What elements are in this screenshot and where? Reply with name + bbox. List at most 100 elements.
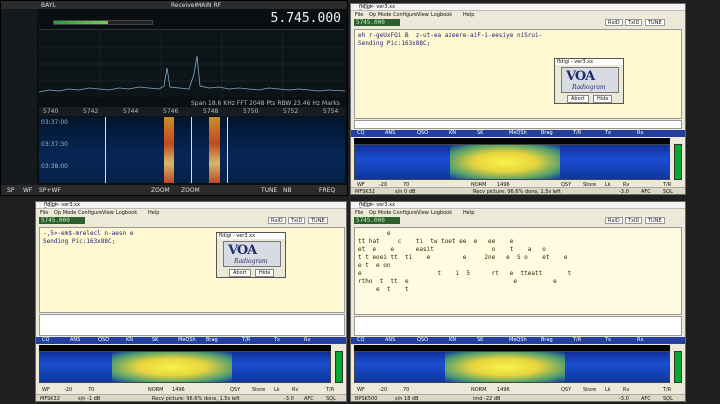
macro-button[interactable]: SK (152, 337, 158, 343)
wf-control[interactable]: Rv (292, 387, 298, 393)
macro-button[interactable]: Tx (605, 130, 611, 136)
wf-control[interactable]: Lk (274, 387, 280, 393)
sdr-button-freq[interactable]: FREQ (319, 187, 335, 194)
txid-button[interactable]: TxID (625, 217, 643, 224)
macro-button[interactable]: ANS (385, 337, 395, 343)
wf-control[interactable]: NORM (471, 387, 486, 393)
sql-toggle[interactable]: SQL (326, 396, 336, 401)
wf-control[interactable]: WF (42, 387, 50, 393)
frequency-display[interactable]: 5745.000 (39, 217, 85, 224)
wf-control[interactable]: QSY (230, 387, 240, 393)
tune-button[interactable]: TUNE (645, 19, 665, 26)
status-mode[interactable]: MFSK32 (40, 396, 60, 401)
frequency-display[interactable]: 5745.000 (354, 217, 400, 224)
sdr-button-wf[interactable]: WF (23, 187, 32, 194)
macro-button[interactable]: Tx (274, 337, 280, 343)
macro-button[interactable]: Brag (206, 337, 218, 343)
rxid-button[interactable]: RxID (605, 19, 623, 26)
macro-button[interactable]: KN (126, 337, 133, 343)
fldigi-waterfall[interactable] (354, 351, 670, 383)
macro-button[interactable]: MeQSh (509, 337, 527, 343)
wf-control[interactable]: Rv (623, 387, 629, 393)
macro-button[interactable]: MeQSh (509, 130, 527, 136)
wf-control[interactable]: WF (357, 387, 365, 393)
status-mode[interactable]: MFSK32 (355, 189, 375, 194)
sql-toggle[interactable]: SQL (663, 189, 673, 194)
wf-control[interactable]: T/R (326, 387, 334, 393)
sdr-header-label[interactable]: MAIN RF (196, 2, 221, 9)
wf-control[interactable]: -20 (64, 387, 72, 393)
transmit-text-area[interactable] (39, 314, 345, 336)
macro-button[interactable]: Brag (541, 337, 553, 343)
sdr-button-nb[interactable]: NB (283, 187, 292, 194)
afc-toggle[interactable]: AFC (641, 189, 651, 194)
macro-button[interactable]: Rx (637, 337, 643, 343)
wf-control[interactable]: Store (583, 387, 596, 393)
macro-button[interactable]: CQ (357, 337, 364, 343)
txid-button[interactable]: TxID (625, 19, 643, 26)
tune-button[interactable]: TUNE (308, 217, 328, 224)
hide-button[interactable]: Hide (593, 95, 613, 103)
macro-button[interactable]: Tx (605, 337, 611, 343)
macro-button[interactable]: QSO (417, 337, 428, 343)
sdr-header-label[interactable]: Receiver (171, 2, 197, 9)
txid-button[interactable]: TxID (288, 217, 306, 224)
macro-button[interactable]: CQ (42, 337, 49, 343)
abort-button[interactable]: Abort (229, 269, 251, 277)
fldigi-waterfall[interactable] (354, 144, 670, 180)
tune-button[interactable]: TUNE (645, 217, 665, 224)
macro-button[interactable]: T/R (573, 130, 581, 136)
macro-button[interactable]: Brag (541, 130, 553, 136)
wf-control[interactable]: 70 (88, 387, 94, 393)
window-controls-icon[interactable]: _ □ ✕ (359, 202, 682, 208)
receive-text-area[interactable]: -,5>-em$-mrelecl n-aesn e Sending Pic:16… (39, 227, 345, 313)
afc-toggle[interactable]: AFC (641, 396, 651, 401)
macro-button[interactable]: KN (449, 130, 456, 136)
transmit-text-area[interactable] (354, 316, 682, 336)
macro-button[interactable]: ANS (385, 130, 395, 136)
window-controls-icon[interactable]: _ □ ✕ (359, 4, 682, 10)
wf-control[interactable]: NORM (148, 387, 163, 393)
receive-text-area[interactable]: e tt hat c ti tw toet ee e ee e et e e e… (354, 227, 682, 315)
macro-button[interactable]: KN (449, 337, 456, 343)
sdr-spectrum-plot[interactable] (39, 29, 345, 98)
macro-button[interactable]: T/R (573, 337, 581, 343)
frequency-display[interactable]: 5745.000 (354, 19, 400, 26)
wf-control[interactable]: QSY (561, 387, 571, 393)
sdr-frequency-display[interactable]: 5.745.000 (271, 11, 341, 26)
macro-button[interactable]: QSO (417, 130, 428, 136)
macro-button[interactable]: Rx (637, 130, 643, 136)
macro-button[interactable]: Rx (304, 337, 310, 343)
macro-button[interactable]: ANS (70, 337, 80, 343)
macro-button[interactable]: SK (477, 130, 483, 136)
wf-control[interactable]: 1496 (172, 387, 185, 393)
receive-text-area[interactable]: eh r-geUxFQi B z-ut-ea azeere-aiF-i-eesi… (354, 29, 682, 119)
fldigi-waterfall[interactable] (39, 351, 331, 383)
hide-button[interactable]: Hide (255, 269, 275, 277)
rxid-button[interactable]: RxID (605, 217, 623, 224)
window-controls-icon[interactable]: _ □ ✕ (44, 202, 343, 208)
wf-control[interactable]: 1496 (497, 387, 510, 393)
rxid-button[interactable]: RxID (268, 217, 286, 224)
sql-toggle[interactable]: SQL (663, 396, 673, 401)
macro-button[interactable]: SK (477, 337, 483, 343)
macro-button[interactable]: T/R (242, 337, 250, 343)
macro-button[interactable]: QSO (98, 337, 109, 343)
status-mode[interactable]: BPSK500 (355, 396, 377, 401)
wf-control[interactable]: -20 (379, 387, 387, 393)
sdr-button-zoom[interactable]: ZOOM (181, 187, 200, 194)
sdr-button-zoom[interactable]: ZOOM (151, 187, 170, 194)
abort-button[interactable]: Abort (567, 95, 589, 103)
wf-control[interactable]: 70 (403, 387, 409, 393)
afc-toggle[interactable]: AFC (304, 396, 314, 401)
wf-control[interactable]: Lk (605, 387, 611, 393)
sdr-button-sp[interactable]: SP (7, 187, 14, 194)
wf-control[interactable]: T/R (663, 387, 671, 393)
wf-control[interactable]: Store (252, 387, 265, 393)
sdr-button-spwf[interactable]: SP+WF (39, 187, 61, 194)
macro-button[interactable]: MeQSh (178, 337, 196, 343)
sdr-button-tune[interactable]: TUNE (261, 187, 277, 194)
sdr-waterfall[interactable]: 03:37:00 03:37:30 03:38:00 (39, 117, 345, 183)
transmit-text-area[interactable] (354, 120, 682, 129)
macro-button[interactable]: CQ (357, 130, 364, 136)
